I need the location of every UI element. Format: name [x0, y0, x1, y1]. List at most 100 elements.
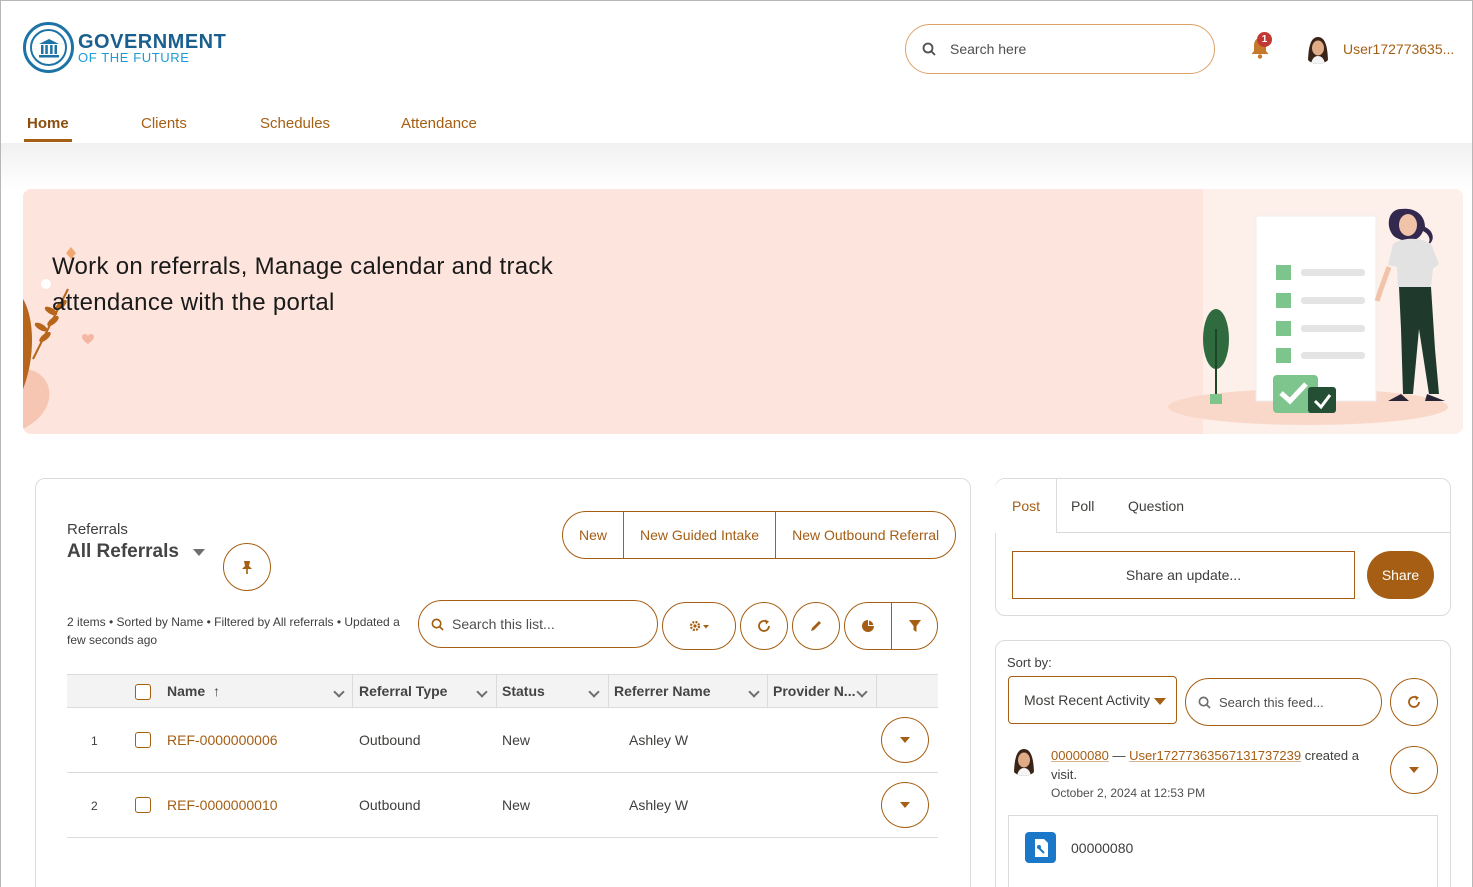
- referral-name-link[interactable]: REF-0000000006: [167, 732, 278, 748]
- row-checkbox[interactable]: [135, 732, 151, 748]
- hero-banner: Work on referrals, Manage calendar and t…: [23, 189, 1463, 434]
- list-view-dropdown-icon[interactable]: [193, 549, 205, 556]
- referral-name-link[interactable]: REF-0000000010: [167, 797, 278, 813]
- checklist-illustration: [1168, 189, 1463, 434]
- sort-by-label: Sort by:: [1007, 655, 1052, 670]
- global-search-placeholder: Search here: [950, 41, 1027, 57]
- caret-down-icon: [1409, 767, 1419, 773]
- column-header-referral-type[interactable]: Referral Type: [359, 675, 447, 707]
- new-guided-intake-button[interactable]: New Guided Intake: [623, 512, 775, 558]
- refresh-button[interactable]: [740, 602, 788, 650]
- select-all-checkbox[interactable]: [135, 684, 151, 700]
- site-logo[interactable]: GOVERNMENT OF THE FUTURE: [23, 22, 226, 73]
- seal-icon: [23, 22, 74, 73]
- feed-search-placeholder: Search this feed...: [1219, 694, 1324, 710]
- referral-type-cell: Outbound: [359, 797, 421, 813]
- sort-ascending-icon: ↑: [213, 683, 221, 699]
- gear-icon: [689, 620, 709, 632]
- chevron-down-icon[interactable]: [333, 686, 345, 698]
- table-row: 2 REF-0000000010 Outbound New Ashley W: [67, 773, 938, 838]
- referrer-name-cell: Ashley W: [629, 797, 689, 813]
- column-header-provider-name[interactable]: Provider N...: [773, 675, 855, 707]
- list-search-placeholder: Search this list...: [452, 616, 555, 632]
- feed-refresh-button[interactable]: [1390, 678, 1438, 726]
- column-header-name[interactable]: Name ↑: [167, 675, 220, 707]
- pie-chart-icon: [862, 620, 874, 632]
- search-icon: [922, 42, 936, 56]
- referral-type-cell: Outbound: [359, 732, 421, 748]
- referrer-name-cell: Ashley W: [629, 732, 689, 748]
- feed-timestamp[interactable]: October 2, 2024 at 12:53 PM: [1051, 786, 1205, 800]
- refresh-icon: [1408, 695, 1420, 708]
- main-nav: Home Clients Schedules Attendance: [1, 101, 1472, 143]
- feed-record-card[interactable]: 00000080: [1008, 815, 1438, 887]
- table-row: 1 REF-0000000006 Outbound New Ashley W: [67, 708, 938, 773]
- publisher-tabs: Post Poll Question: [995, 479, 1450, 533]
- list-meta-info: 2 items • Sorted by Name • Filtered by A…: [67, 615, 400, 647]
- header: GOVERNMENT OF THE FUTURE Search here 1 U…: [1, 1, 1472, 143]
- feed-dash: —: [1108, 748, 1130, 763]
- feed-card-title: 00000080: [1071, 840, 1134, 856]
- hero-title: Work on referrals, Manage calendar and t…: [52, 253, 553, 316]
- chevron-down-icon[interactable]: [856, 686, 868, 698]
- search-icon: [431, 618, 444, 631]
- tab-post[interactable]: Post: [1012, 498, 1040, 514]
- feed-item-actions-button[interactable]: [1390, 746, 1438, 794]
- list-view-name[interactable]: All Referrals: [67, 541, 179, 563]
- referral-actions: New New Guided Intake New Outbound Refer…: [562, 511, 957, 559]
- chart-button[interactable]: [845, 603, 891, 649]
- column-header-referrer-name[interactable]: Referrer Name: [614, 675, 711, 707]
- column-header-status[interactable]: Status: [502, 675, 545, 707]
- pin-icon: [242, 561, 252, 574]
- chevron-down-icon[interactable]: [588, 686, 600, 698]
- feed-user-avatar[interactable]: [1009, 746, 1039, 776]
- list-settings-button[interactable]: [662, 602, 736, 650]
- caret-down-icon: [900, 802, 910, 808]
- list-search-input[interactable]: Search this list...: [418, 600, 658, 648]
- nav-home[interactable]: Home: [24, 115, 72, 142]
- feed-item-text: 00000080 — User17277363567131737239 crea…: [1051, 746, 1371, 784]
- row-checkbox[interactable]: [135, 797, 151, 813]
- status-cell: New: [502, 732, 531, 748]
- nav-clients[interactable]: Clients: [141, 115, 187, 142]
- refresh-icon: [758, 619, 770, 632]
- referrals-table: Name ↑ Referral Type Status Referrer Nam…: [67, 674, 938, 838]
- global-search-input[interactable]: Search here: [905, 24, 1215, 74]
- share-button[interactable]: Share: [1367, 551, 1434, 599]
- feed-user-link[interactable]: User17277363567131737239: [1129, 748, 1301, 763]
- row-number: 2: [91, 799, 98, 813]
- caret-down-icon: [900, 737, 910, 743]
- feed-search-input[interactable]: Search this feed...: [1185, 678, 1382, 726]
- edit-button[interactable]: [792, 602, 840, 650]
- new-outbound-referral-button[interactable]: New Outbound Referral: [775, 512, 955, 558]
- new-button[interactable]: New: [563, 512, 623, 558]
- row-actions-button[interactable]: [881, 717, 929, 763]
- tab-question[interactable]: Question: [1128, 498, 1184, 514]
- filter-button[interactable]: [892, 603, 938, 649]
- filter-icon: [909, 620, 921, 632]
- status-cell: New: [502, 797, 531, 813]
- table-header: Name ↑ Referral Type Status Referrer Nam…: [67, 674, 938, 708]
- nav-schedules[interactable]: Schedules: [260, 115, 330, 142]
- feed-record-link[interactable]: 00000080: [1051, 748, 1109, 763]
- row-number: 1: [91, 734, 98, 748]
- visit-record-icon: [1025, 832, 1056, 863]
- pin-list-button[interactable]: [223, 543, 271, 591]
- chevron-down-icon[interactable]: [476, 686, 488, 698]
- user-name-menu[interactable]: User172773635...: [1343, 41, 1454, 57]
- column-name-label: Name: [167, 683, 206, 699]
- notification-badge: 1: [1257, 32, 1272, 47]
- user-avatar[interactable]: [1303, 34, 1333, 64]
- chevron-down-icon[interactable]: [748, 686, 760, 698]
- row-actions-button[interactable]: [881, 782, 929, 828]
- caret-down-icon: [1154, 698, 1166, 705]
- chart-filter-group: [844, 602, 938, 650]
- feed-sort-select[interactable]: Most Recent Activity: [1008, 676, 1177, 724]
- pencil-icon: [811, 621, 821, 631]
- share-update-input[interactable]: Share an update...: [1012, 551, 1355, 599]
- nav-attendance[interactable]: Attendance: [401, 115, 477, 142]
- search-icon: [1198, 696, 1211, 709]
- tab-poll[interactable]: Poll: [1071, 498, 1094, 514]
- feed-sort-value: Most Recent Activity: [1024, 692, 1151, 708]
- object-label: Referrals: [67, 521, 128, 538]
